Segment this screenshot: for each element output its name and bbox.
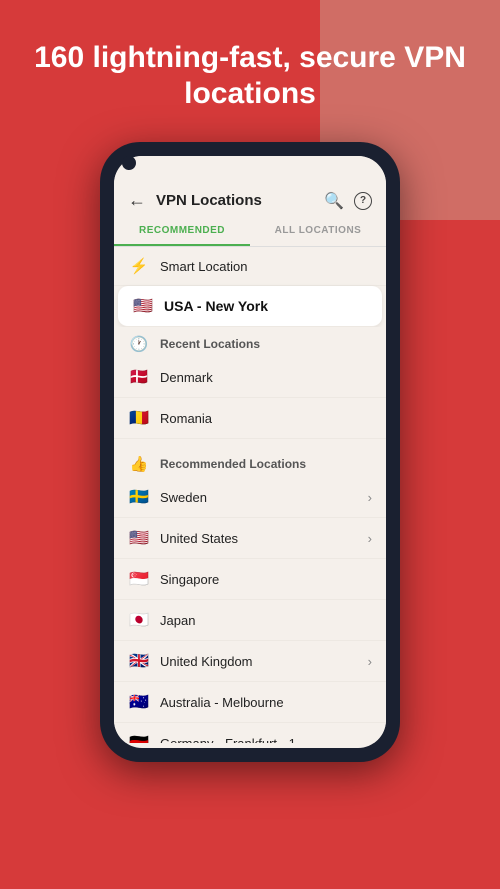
- header-icons: 🔍 ?: [324, 191, 372, 211]
- us-chevron: ›: [368, 531, 372, 546]
- smart-location-label: Smart Location: [160, 259, 372, 274]
- japan-item[interactable]: 🇯🇵 Japan: [114, 600, 386, 641]
- phone-inner: ← VPN Locations 🔍 ? RECOMMENDED ALL LOCA…: [114, 156, 386, 748]
- tab-recommended[interactable]: RECOMMENDED: [114, 217, 250, 246]
- recent-locations-header: 🕐 Recent Locations: [114, 327, 386, 357]
- sweden-item[interactable]: 🇸🇪 Sweden ›: [114, 477, 386, 518]
- locations-list: ⚡ Smart Location 🇺🇸 USA - New York 🕐 Rec…: [114, 247, 386, 743]
- united-states-label: United States: [160, 531, 358, 546]
- recent-locations-label: Recent Locations: [160, 337, 372, 351]
- recommended-locations-label: Recommended Locations: [160, 457, 372, 471]
- tabs: RECOMMENDED ALL LOCATIONS: [114, 217, 386, 247]
- denmark-item[interactable]: 🇩🇰 Denmark: [114, 357, 386, 398]
- romania-flag: 🇷🇴: [128, 408, 150, 428]
- usa-newyork-label: USA - New York: [164, 298, 368, 314]
- us-flag-icon: 🇺🇸: [132, 296, 154, 316]
- sweden-chevron: ›: [368, 490, 372, 505]
- help-icon[interactable]: ?: [354, 192, 372, 210]
- gap: [114, 439, 386, 447]
- lightning-icon: ⚡: [128, 257, 150, 275]
- phone-notch: [122, 156, 136, 170]
- uk-label: United Kingdom: [160, 654, 358, 669]
- usa-newyork-item[interactable]: 🇺🇸 USA - New York: [118, 286, 382, 327]
- australia-item[interactable]: 🇦🇺 Australia - Melbourne: [114, 682, 386, 723]
- uk-item[interactable]: 🇬🇧 United Kingdom ›: [114, 641, 386, 682]
- japan-flag: 🇯🇵: [128, 610, 150, 630]
- back-button[interactable]: ←: [128, 190, 146, 211]
- uk-flag: 🇬🇧: [128, 651, 150, 671]
- hero-text: 160 lightning-fast, secure VPN locations: [0, 0, 500, 132]
- singapore-item[interactable]: 🇸🇬 Singapore: [114, 559, 386, 600]
- japan-label: Japan: [160, 613, 372, 628]
- tab-all-locations[interactable]: ALL LOCATIONS: [250, 217, 386, 246]
- search-icon[interactable]: 🔍: [324, 191, 344, 211]
- germany-label: Germany - Frankfurt - 1: [160, 736, 372, 744]
- clock-icon: 🕐: [128, 335, 150, 353]
- sweden-label: Sweden: [160, 490, 358, 505]
- screen-title: VPN Locations: [156, 192, 324, 209]
- germany-item[interactable]: 🇩🇪 Germany - Frankfurt - 1: [114, 723, 386, 743]
- singapore-flag: 🇸🇬: [128, 569, 150, 589]
- australia-label: Australia - Melbourne: [160, 695, 372, 710]
- recommended-locations-header: 👍 Recommended Locations: [114, 447, 386, 477]
- status-bar: [114, 156, 386, 184]
- romania-label: Romania: [160, 411, 372, 426]
- singapore-label: Singapore: [160, 572, 372, 587]
- united-states-item[interactable]: 🇺🇸 United States ›: [114, 518, 386, 559]
- phone: ← VPN Locations 🔍 ? RECOMMENDED ALL LOCA…: [100, 142, 400, 762]
- australia-flag: 🇦🇺: [128, 692, 150, 712]
- germany-flag: 🇩🇪: [128, 733, 150, 743]
- us-flag-icon2: 🇺🇸: [128, 528, 150, 548]
- thumbsup-icon: 👍: [128, 455, 150, 473]
- denmark-label: Denmark: [160, 370, 372, 385]
- app-header: ← VPN Locations 🔍 ?: [114, 184, 386, 217]
- phone-wrap: ← VPN Locations 🔍 ? RECOMMENDED ALL LOCA…: [0, 142, 500, 762]
- smart-location-item[interactable]: ⚡ Smart Location: [114, 247, 386, 286]
- denmark-flag: 🇩🇰: [128, 367, 150, 387]
- romania-item[interactable]: 🇷🇴 Romania: [114, 398, 386, 439]
- uk-chevron: ›: [368, 654, 372, 669]
- sweden-flag: 🇸🇪: [128, 487, 150, 507]
